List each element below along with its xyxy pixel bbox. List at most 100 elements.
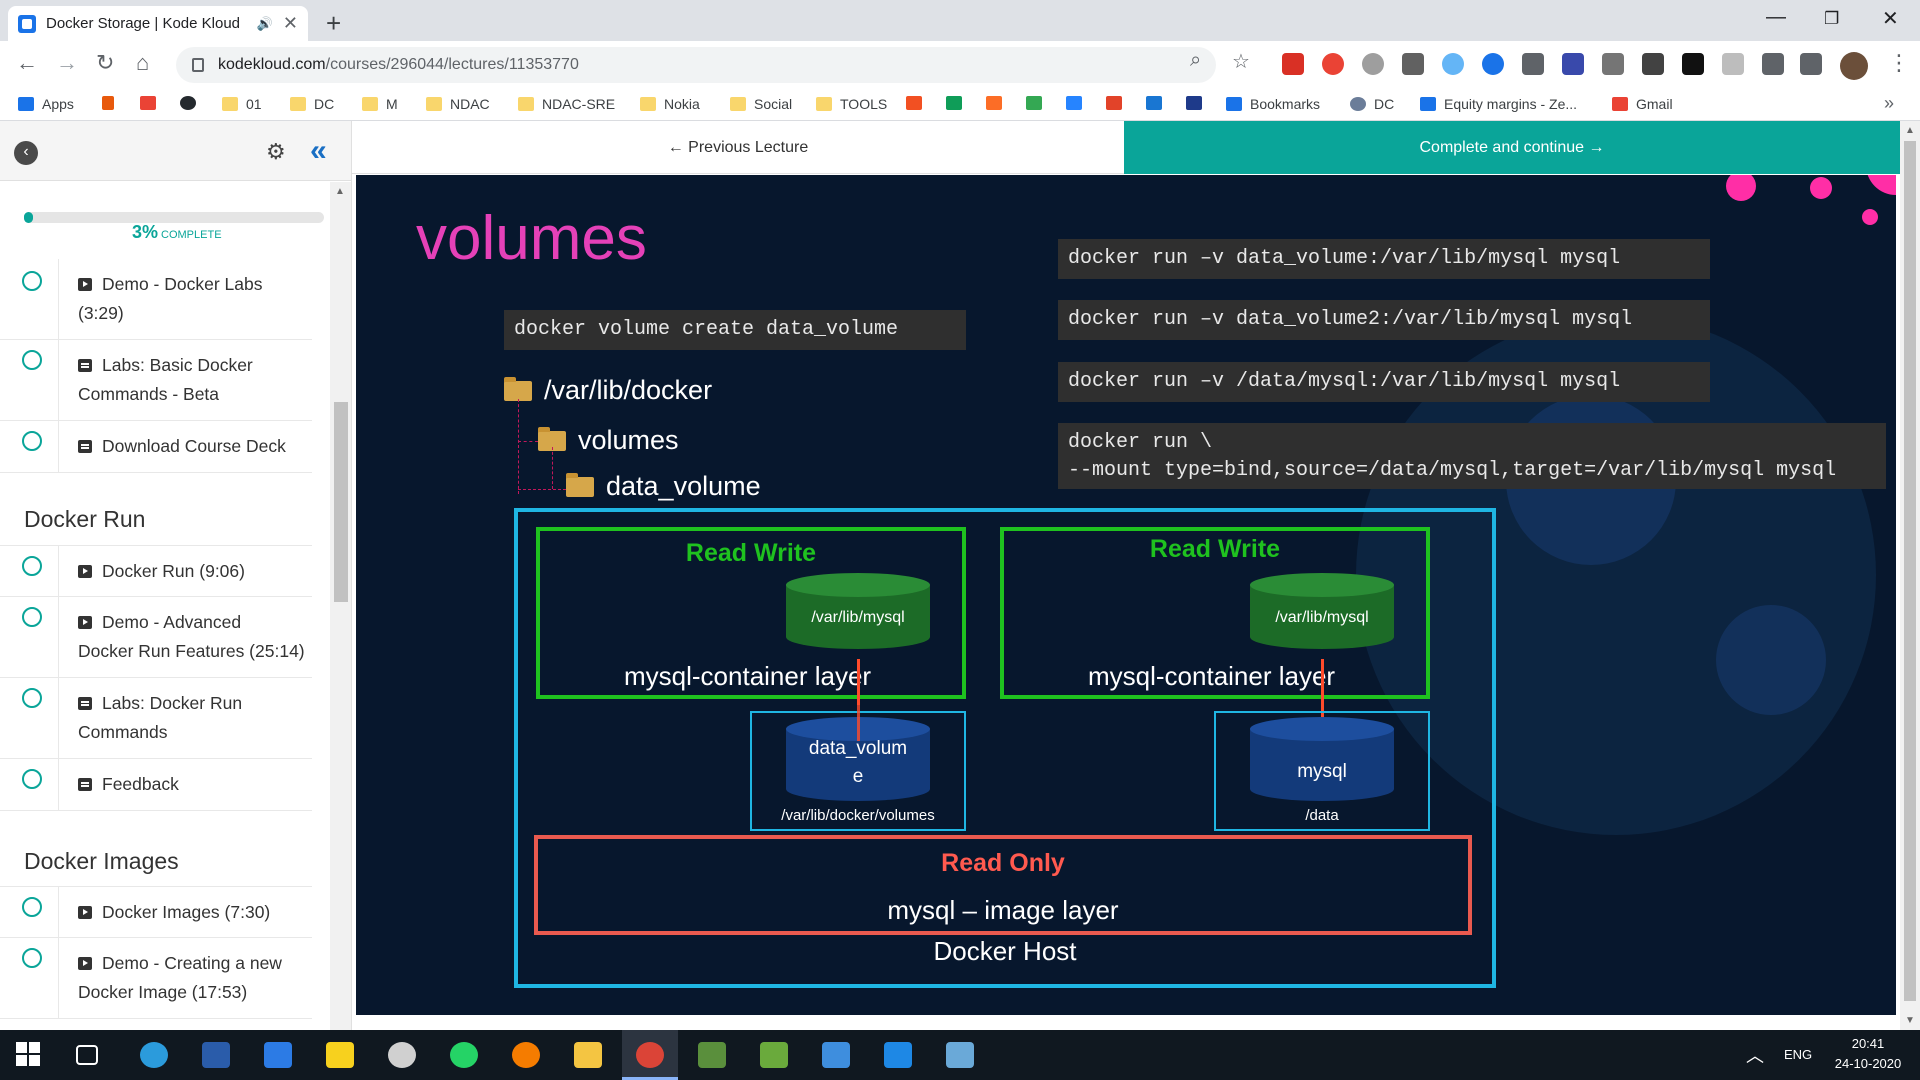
speaker-icon[interactable]: 🔊 — [257, 16, 273, 32]
cylinder-label: mysql — [1297, 761, 1347, 782]
fire-icon — [102, 96, 114, 110]
extension-edit-icon[interactable] — [1602, 53, 1624, 75]
scrollbar-thumb[interactable] — [1904, 141, 1916, 1001]
gear-icon[interactable]: ⚙ — [266, 139, 286, 165]
bookmark-folder-dc[interactable]: DC — [290, 96, 334, 112]
bookmark-folder-nokia[interactable]: Nokia — [640, 96, 700, 112]
profile-avatar[interactable] — [1840, 52, 1868, 80]
address-bar[interactable]: kodekloud.com/courses/296044/lectures/11… — [176, 47, 1216, 83]
todo-icon[interactable] — [264, 1042, 292, 1068]
remote-desktop-icon[interactable] — [698, 1042, 726, 1068]
lecture-item[interactable]: Feedback — [0, 759, 312, 811]
bookmark-folder-ndac[interactable]: NDAC — [426, 96, 490, 112]
windows-start-icon[interactable] — [16, 1042, 44, 1068]
scrollbar-thumb[interactable] — [334, 402, 348, 602]
home-icon[interactable]: ⌂ — [136, 50, 149, 76]
whatsapp-icon[interactable] — [450, 1042, 478, 1068]
lecture-item[interactable]: Docker Run (9:06) — [0, 545, 312, 597]
new-tab-button[interactable]: + — [326, 8, 341, 39]
bookmark-folder-social[interactable]: Social — [730, 96, 792, 112]
bookmark-maps[interactable] — [1026, 96, 1050, 110]
lecture-item[interactable]: Docker Images (7:30) — [0, 886, 312, 938]
bookmark-gmail[interactable] — [140, 96, 164, 110]
bookmark-folder-01[interactable]: 01 — [222, 96, 262, 112]
restore-button[interactable]: ❐ — [1824, 9, 1839, 29]
bookmark-drive[interactable] — [946, 96, 970, 110]
bookmark-folder-m[interactable]: M — [362, 96, 398, 112]
previous-lecture-button[interactable]: ← Previous Lecture — [352, 121, 1124, 174]
clock-time[interactable]: 20:41 — [1826, 1036, 1910, 1051]
extension-stop-icon[interactable] — [1322, 53, 1344, 75]
language-indicator[interactable]: ENG — [1784, 1047, 1812, 1062]
reading-list-icon[interactable] — [1800, 53, 1822, 75]
lecture-item[interactable]: Demo - Docker Labs (3:29) — [0, 259, 312, 340]
bookmark-n[interactable] — [1186, 96, 1210, 110]
bookmark-gitlab-2[interactable] — [1106, 96, 1130, 110]
extension-dropper-icon[interactable] — [1522, 53, 1544, 75]
zoom-search-icon[interactable]: ⌕ — [1190, 49, 1201, 72]
lecture-item[interactable]: Demo - Creating a new Docker Image (17:53… — [0, 938, 312, 1019]
scroll-up-icon[interactable]: ▲ — [1905, 125, 1915, 136]
extensions-puzzle-icon[interactable] — [1762, 53, 1784, 75]
back-icon[interactable]: ← — [16, 50, 38, 76]
back-circle-icon[interactable]: ‹ — [14, 141, 38, 165]
reload-icon[interactable]: ↻ — [96, 50, 114, 76]
lecture-item[interactable]: Demo - Advanced Docker Run Features (25:1… — [0, 597, 312, 678]
extension-b-icon[interactable] — [1682, 53, 1704, 75]
bookmarks-overflow-button[interactable]: » — [1884, 93, 1894, 114]
task-view-icon[interactable] — [76, 1045, 98, 1065]
bookmark-bookmarks[interactable]: Bookmarks — [1226, 96, 1320, 112]
bookmark-star-icon[interactable]: ☆ — [1232, 49, 1250, 74]
photos-icon[interactable] — [822, 1042, 850, 1068]
minimize-button[interactable]: — — [1766, 6, 1786, 29]
extension-clipboard-icon[interactable] — [1722, 53, 1744, 75]
page-scrollbar[interactable]: ▲ ▼ — [1900, 121, 1920, 1030]
file-explorer-icon[interactable] — [574, 1042, 602, 1068]
vscode-icon[interactable] — [884, 1042, 912, 1068]
lecture-item[interactable]: Labs: Basic Docker Commands - Beta — [0, 340, 312, 421]
lecture-item[interactable]: Download Course Deck — [0, 421, 312, 473]
close-window-button[interactable]: ✕ — [1882, 6, 1899, 31]
bookmark-gmail-2[interactable]: Gmail — [1612, 96, 1673, 112]
bookmark-github[interactable] — [180, 96, 204, 110]
bookmark-gitlab[interactable] — [986, 96, 1010, 110]
powershell-icon[interactable] — [202, 1042, 230, 1068]
extension-screen-icon[interactable] — [1562, 53, 1584, 75]
extension-edge-icon[interactable] — [1442, 53, 1464, 75]
forward-icon[interactable]: → — [56, 50, 78, 76]
bookmark-ms[interactable] — [906, 96, 930, 110]
bookmark-jira[interactable] — [1066, 96, 1090, 110]
bookmark-fire[interactable] — [102, 96, 122, 110]
extension-record-icon[interactable] — [1362, 53, 1384, 75]
extension-pen-icon[interactable] — [1642, 53, 1664, 75]
collapse-sidebar-icon[interactable]: « — [310, 134, 326, 168]
lecture-slide[interactable]: volumes docker volume create data_volume… — [356, 175, 1896, 1015]
extension-blue-icon[interactable] — [1482, 53, 1504, 75]
bookmark-folder-tools[interactable]: TOOLS — [816, 96, 887, 112]
scroll-up-icon[interactable]: ▲ — [335, 186, 345, 197]
bookmark-tool[interactable] — [1146, 96, 1170, 110]
notepad-icon[interactable] — [760, 1042, 788, 1068]
edge-icon[interactable] — [140, 1042, 168, 1068]
paint-icon[interactable] — [388, 1042, 416, 1068]
bookmark-folder-ndac-sre[interactable]: NDAC-SRE — [518, 96, 615, 112]
sticky-notes-icon[interactable] — [326, 1042, 354, 1068]
scroll-down-icon[interactable]: ▼ — [1905, 1015, 1915, 1026]
extension-pdf-icon[interactable] — [1282, 53, 1304, 75]
bookmark-dc[interactable]: DC — [1350, 96, 1394, 112]
incomplete-circle-icon — [22, 431, 42, 451]
bookmark-equity[interactable]: Equity margins - Ze... — [1420, 96, 1577, 112]
lecture-item[interactable]: Labs: Docker Run Commands — [0, 678, 312, 759]
browser-tab[interactable]: Docker Storage | Kode Kloud 🔊 ✕ — [8, 6, 308, 41]
network-app-icon[interactable] — [946, 1042, 974, 1068]
tab-close-icon[interactable]: ✕ — [283, 13, 298, 34]
chrome-icon[interactable] — [636, 1042, 664, 1068]
search-app-icon[interactable] — [512, 1042, 540, 1068]
tray-chevron-icon[interactable]: ︿ — [1746, 1042, 1764, 1068]
bookmark-apps[interactable]: Apps — [18, 96, 74, 112]
extension-tools-icon[interactable] — [1402, 53, 1424, 75]
sidebar-scrollbar[interactable]: ▲ — [330, 182, 351, 1030]
chrome-menu-icon[interactable]: ⋮ — [1888, 50, 1910, 76]
complete-and-continue-button[interactable]: Complete and continue → — [1124, 121, 1900, 174]
clock-date[interactable]: 24-10-2020 — [1826, 1056, 1910, 1071]
